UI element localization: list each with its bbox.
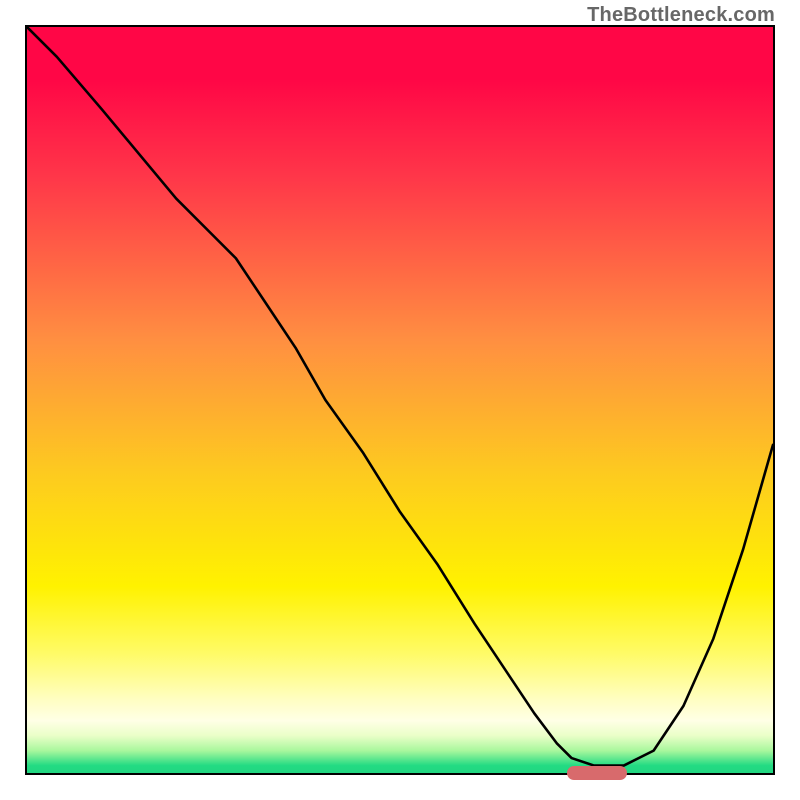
sweet-spot-marker	[567, 766, 627, 780]
watermark-text: TheBottleneck.com	[587, 4, 775, 27]
bottleneck-curve	[27, 27, 773, 766]
curve-layer	[27, 27, 773, 773]
bottleneck-chart: TheBottleneck.com	[0, 0, 800, 800]
plot-area	[25, 25, 775, 775]
